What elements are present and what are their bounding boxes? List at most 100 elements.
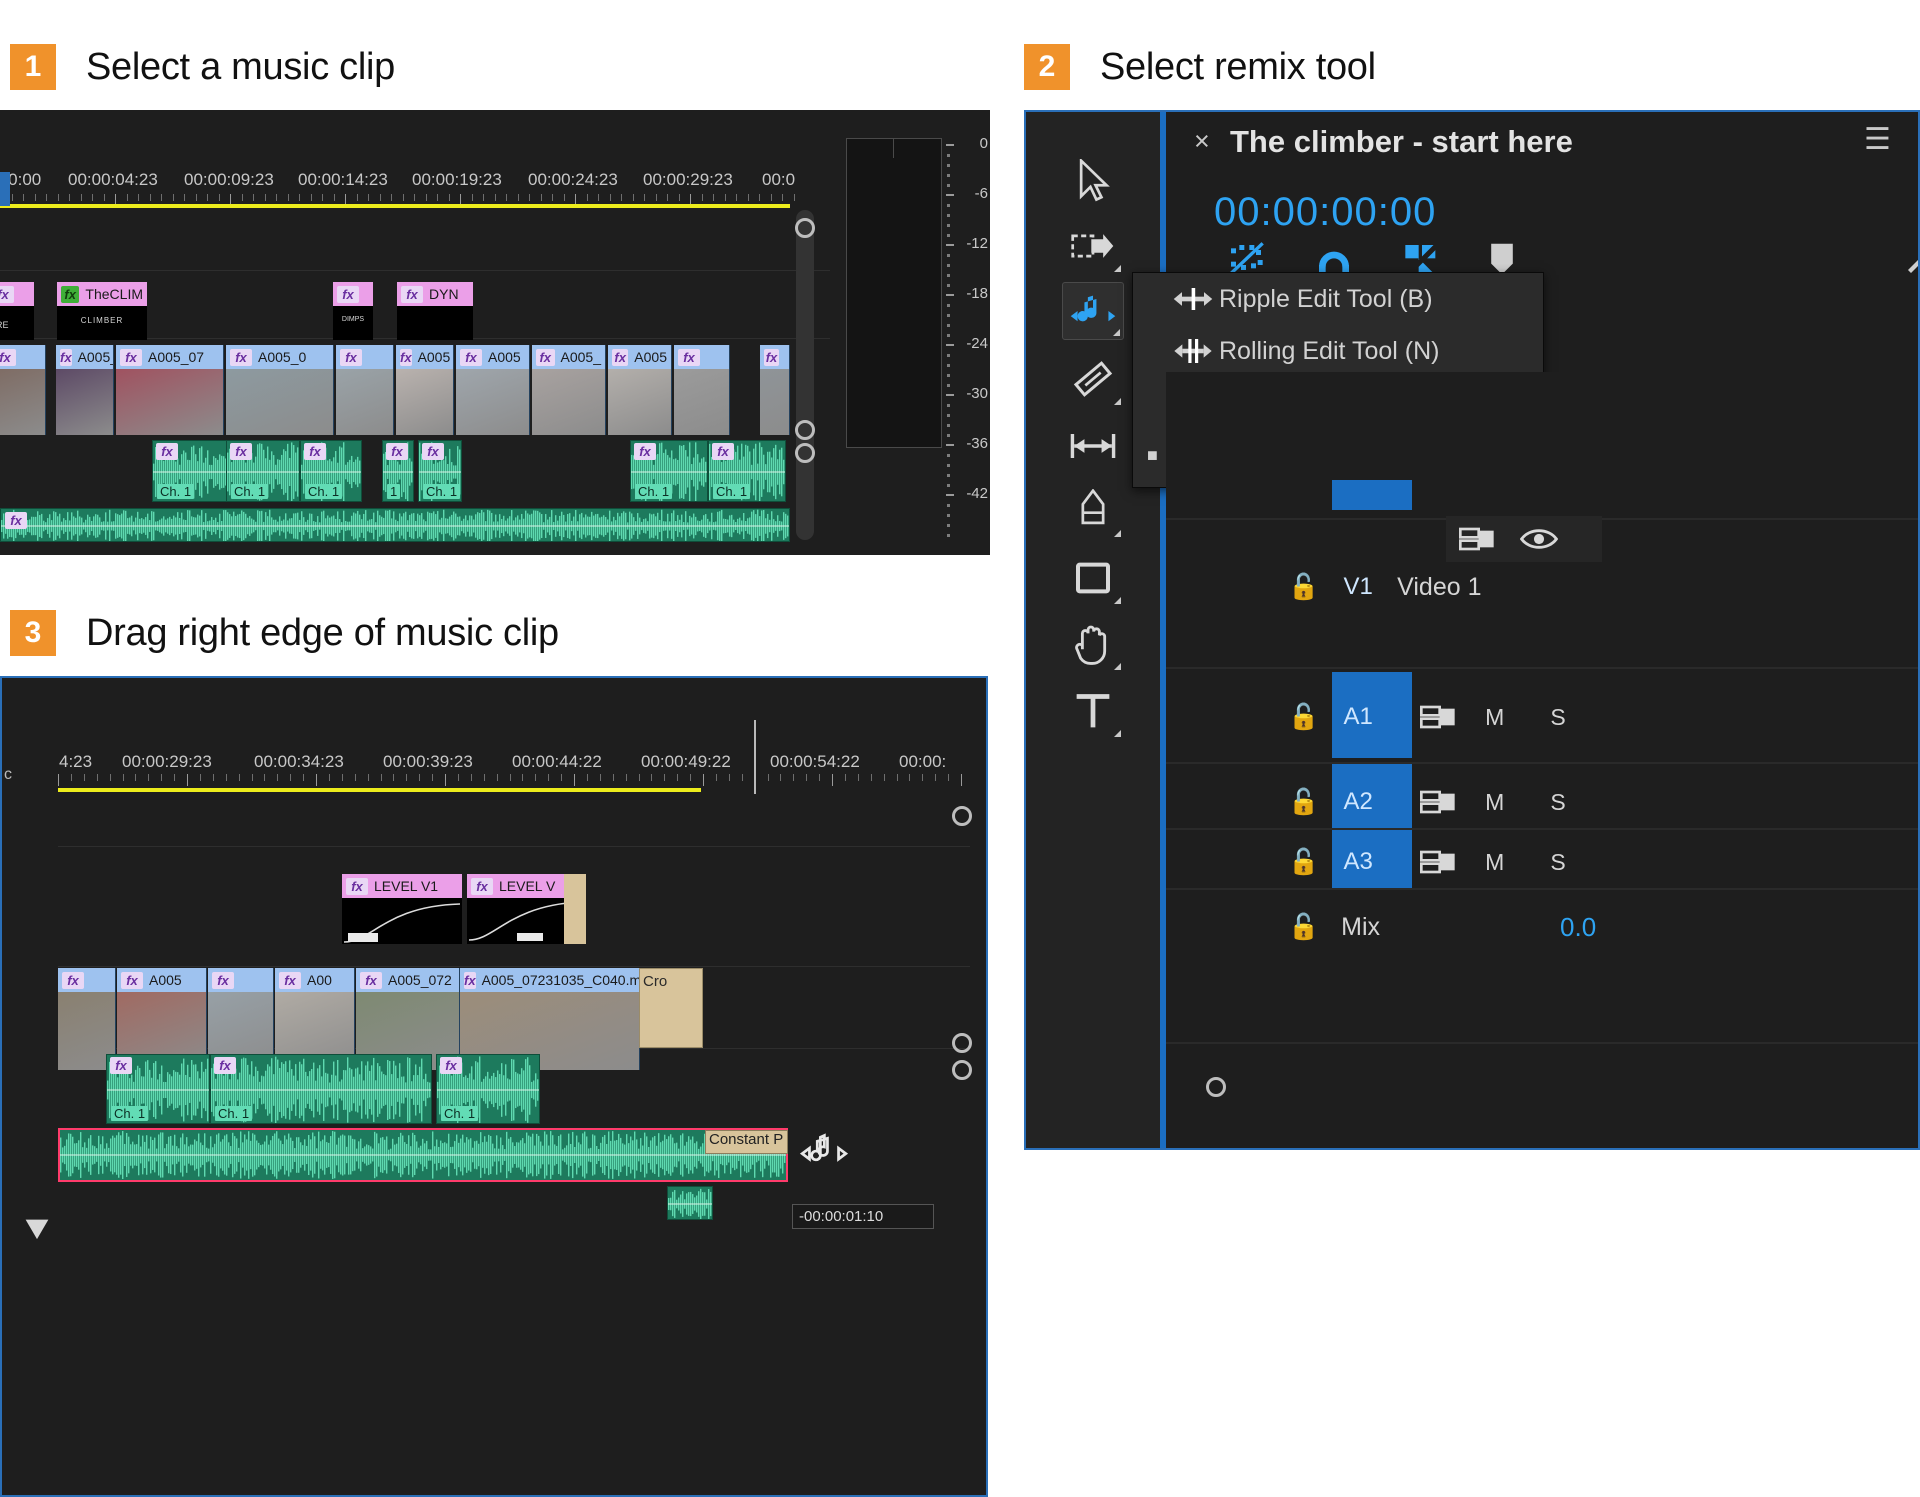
scroll-knob-mid[interactable] (795, 420, 815, 440)
audio-clip[interactable]: fx Ch. 1 (152, 440, 230, 502)
graphic-clip[interactable]: fx TheCLIM CLIMBER (57, 282, 147, 340)
close-icon[interactable]: × (1194, 126, 1210, 157)
remix-tool-icon[interactable] (1062, 282, 1124, 340)
track-row-a3[interactable]: 🔓 A3 M S (1288, 842, 1908, 882)
track-id-a3[interactable]: A3 (1319, 848, 1397, 876)
graphic-clip[interactable]: fx LEVEL V1 (342, 874, 462, 944)
scroll-knob-top[interactable] (795, 218, 815, 238)
sync-lock-icon[interactable] (1419, 787, 1457, 817)
audio-clip[interactable]: fx Ch. 1 (210, 1054, 432, 1124)
lock-icon[interactable]: 🔓 (1288, 703, 1319, 732)
track-id-v1[interactable]: V1 (1319, 573, 1397, 601)
lock-icon[interactable]: 🔓 (1288, 848, 1319, 877)
scroll-knob-bottom[interactable] (952, 1060, 972, 1080)
solo-button-a2[interactable]: S (1550, 789, 1565, 816)
keyframe-marker-icon[interactable] (24, 1218, 50, 1244)
selection-tool-icon[interactable] (1062, 152, 1124, 210)
wrench-icon[interactable] (1902, 238, 1920, 278)
video-clip[interactable]: fx (0, 345, 46, 435)
scroll-knob-top[interactable] (952, 806, 972, 826)
tool-picker-panel-step2[interactable]: × The climber - start here ☰ 00:00:00:00 (1024, 110, 1920, 1150)
mute-button-a2[interactable]: M (1485, 789, 1504, 816)
audio-clip[interactable]: fx Ch. 1 (630, 440, 708, 502)
slip-tool-icon[interactable] (1062, 350, 1124, 408)
menu-item-ripple-edit-tool[interactable]: Ripple Edit Tool (B) (1133, 273, 1543, 325)
audio-clip[interactable]: fx Ch. 1 (418, 440, 462, 502)
playhead[interactable] (0, 172, 10, 206)
rate-stretch-bracket-icon[interactable] (1062, 417, 1124, 475)
panel-menu-icon[interactable]: ☰ (1864, 122, 1891, 157)
audio-clip[interactable]: fx Ch. 1 (226, 440, 300, 502)
vertical-scrollbar[interactable] (796, 210, 814, 540)
clip-label: A005_0 (258, 349, 307, 365)
video-clip[interactable]: fx (336, 345, 394, 435)
solo-button-a1[interactable]: S (1550, 704, 1565, 731)
rectangle-tool-icon[interactable] (1062, 549, 1124, 607)
audio-clip[interactable]: fx 1 (382, 440, 414, 502)
crossfade-badge[interactable]: Constant P (705, 1130, 788, 1154)
sync-lock-icon[interactable] (1458, 524, 1496, 554)
lock-icon[interactable]: 🔓 (1288, 788, 1319, 817)
tool-expand-corner (1114, 265, 1121, 272)
lock-icon[interactable]: 🔓 (1288, 573, 1319, 602)
track-id-a1[interactable]: A1 (1319, 703, 1397, 731)
video-clip[interactable]: fx A005 (608, 345, 672, 435)
clip-label: LEVEL V (499, 878, 556, 894)
keyframe-handle[interactable] (517, 933, 543, 941)
graphic-clip[interactable]: fx PRE (0, 282, 34, 340)
keyframe-knob[interactable] (1206, 1077, 1226, 1097)
audio-fragment-clip[interactable] (667, 1186, 713, 1220)
playhead[interactable] (754, 720, 756, 794)
lock-icon[interactable]: 🔓 (1288, 913, 1319, 942)
graphic-clip[interactable]: fx DYN (397, 282, 473, 340)
render-bar (58, 788, 701, 792)
fx-icon: fx (471, 877, 493, 895)
keyframe-handle[interactable] (348, 933, 378, 942)
mix-level-value[interactable]: 0.0 (1560, 912, 1596, 943)
video-clip[interactable]: fx A005_0 (226, 345, 334, 435)
music-clip[interactable]: fx (0, 508, 790, 542)
scroll-knob-bottom[interactable] (795, 443, 815, 463)
video-clip[interactable]: fx A005_ (532, 345, 606, 435)
video-clip[interactable]: fx (760, 345, 790, 435)
clip-label: A005 (417, 349, 451, 365)
music-clip-selected[interactable] (58, 1128, 788, 1182)
scroll-knob-mid[interactable] (952, 1033, 972, 1053)
audio-clip[interactable]: fx Ch. 1 (436, 1054, 540, 1124)
audio-clip[interactable]: fx Ch. 1 (106, 1054, 210, 1124)
sync-lock-icon[interactable] (1419, 847, 1457, 877)
track-select-forward-tool-icon[interactable] (1062, 217, 1124, 275)
audio-clip[interactable]: fx Ch. 1 (708, 440, 786, 502)
video-clip[interactable]: fx A005 (456, 345, 530, 435)
channel-label: Ch. 1 (111, 1106, 149, 1121)
track-row-a2[interactable]: 🔓 A2 M S (1288, 782, 1908, 822)
track-row-a1[interactable]: 🔓 A1 M S (1288, 697, 1908, 737)
playhead-timecode[interactable]: 00:00:00:00 (1214, 190, 1436, 235)
timeline-panel-step1[interactable]: :00:00 00:00:04:23 00:00:09:23 00:00:14:… (0, 110, 990, 555)
track-row-mix[interactable]: 🔓 Mix 0.0 (1288, 907, 1908, 947)
audio-clip[interactable]: fx Ch. 1 (300, 440, 362, 502)
video-clip[interactable]: fx A005_07 (56, 345, 114, 435)
video-clip[interactable]: fx (674, 345, 730, 435)
hand-tool-icon[interactable] (1062, 615, 1124, 673)
sync-lock-icon[interactable] (1419, 702, 1457, 732)
type-tool-icon[interactable] (1062, 682, 1124, 740)
track-id-a2[interactable]: A2 (1319, 788, 1397, 816)
transition-block[interactable] (564, 874, 586, 944)
clip-label: A005_07 (148, 349, 205, 365)
fx-icon: fx (340, 348, 362, 366)
menu-item-rolling-edit-tool[interactable]: Rolling Edit Tool (N) (1133, 325, 1543, 377)
clip-thumbnail (456, 369, 529, 435)
video-clip[interactable]: fx A005_07 (116, 345, 224, 435)
track-selection-highlight[interactable] (1332, 480, 1412, 510)
solo-button-a3[interactable]: S (1550, 849, 1565, 876)
mute-button-a3[interactable]: M (1485, 849, 1504, 876)
video-clip[interactable]: fx A005 (396, 345, 454, 435)
timeline-panel-step3[interactable]: c 4:23 00:00:29:23 00:00:34:23 00:00:39:… (0, 676, 988, 1497)
graphic-clip[interactable]: fx DIMPS (333, 282, 373, 340)
crossfade-transition-clip[interactable]: Cro (639, 968, 703, 1048)
pen-tool-icon[interactable] (1062, 482, 1124, 540)
eye-icon[interactable] (1520, 526, 1558, 552)
fx-icon: fx (230, 443, 252, 460)
mute-button-a1[interactable]: M (1485, 704, 1504, 731)
